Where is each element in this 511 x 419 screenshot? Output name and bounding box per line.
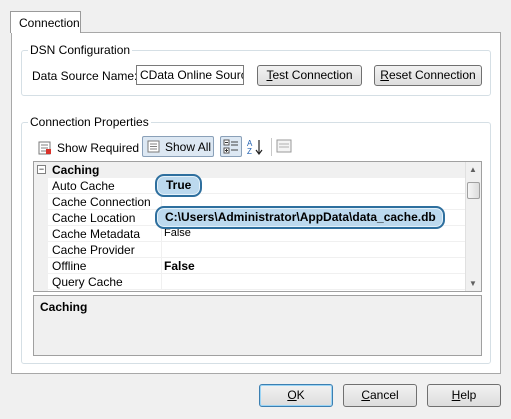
help-label: elp xyxy=(460,388,477,402)
property-row-auto-cache[interactable]: Auto Cache xyxy=(34,178,466,194)
dsn-configuration-title: DSN Configuration xyxy=(28,43,133,57)
help-button[interactable]: Help xyxy=(427,384,501,407)
data-source-name-input[interactable]: CData Online Source xyxy=(136,65,244,85)
sort-alphabetical-button[interactable]: A Z xyxy=(245,137,267,157)
tab-connection-label: Connection xyxy=(19,16,80,30)
category-row-caching[interactable]: − Caching xyxy=(34,162,466,178)
toolbar-separator xyxy=(271,138,272,156)
category-label: Caching xyxy=(52,163,100,177)
list-icon xyxy=(147,140,160,153)
column-divider xyxy=(161,258,162,273)
property-name: Cache Location xyxy=(52,211,136,225)
test-connection-label: est Connection xyxy=(272,68,353,82)
property-pages-button[interactable] xyxy=(276,138,294,156)
cache-location-value-callout[interactable]: C:\Users\Administrator\AppData\data_cach… xyxy=(155,206,445,229)
show-all-label: Show All xyxy=(165,139,212,154)
cancel-button[interactable]: Cancel xyxy=(343,384,417,407)
property-name: Query Cache xyxy=(52,275,123,289)
cancel-mnemonic: C xyxy=(361,388,370,402)
reset-connection-button[interactable]: Reset Connection xyxy=(374,65,482,86)
column-divider xyxy=(161,242,162,257)
categorized-icon xyxy=(223,139,238,154)
property-value[interactable]: False xyxy=(164,259,464,273)
ok-button[interactable]: OK xyxy=(259,384,333,407)
property-name: Offline xyxy=(52,259,87,273)
ok-mnemonic: O xyxy=(287,388,297,402)
reset-connection-label: eset Connection xyxy=(388,68,476,82)
property-name: Cache Metadata xyxy=(52,227,141,241)
categorized-view-button[interactable] xyxy=(220,136,242,157)
scroll-down-icon[interactable]: ▼ xyxy=(469,279,477,288)
tab-connection[interactable]: Connection xyxy=(10,11,81,33)
grid-vertical-scrollbar[interactable]: ▲ ▼ xyxy=(465,162,481,291)
property-name: Auto Cache xyxy=(52,179,115,193)
show-required-label: Show Required xyxy=(57,141,140,155)
test-connection-button[interactable]: Test Connection xyxy=(257,65,362,86)
scroll-thumb[interactable] xyxy=(467,182,480,199)
svg-text:Z: Z xyxy=(247,147,252,156)
property-row-offline[interactable]: Offline False xyxy=(34,258,466,274)
cancel-label: ancel xyxy=(369,388,399,402)
property-pages-icon xyxy=(276,139,292,153)
ok-label: K xyxy=(296,388,305,402)
data-source-name-label: Data Source Name: xyxy=(32,69,138,83)
property-name: Cache Provider xyxy=(52,243,135,257)
show-all-button[interactable]: Show All xyxy=(142,136,214,157)
connection-properties-title: Connection Properties xyxy=(28,115,151,129)
property-description-pane: Caching xyxy=(33,295,482,356)
auto-cache-value-callout[interactable]: True xyxy=(155,174,203,197)
scroll-up-icon[interactable]: ▲ xyxy=(469,165,477,174)
property-name: Cache Connection xyxy=(52,195,151,209)
show-required-button[interactable]: Show Required xyxy=(38,138,139,158)
required-list-icon xyxy=(38,141,51,155)
collapse-icon[interactable]: − xyxy=(37,165,46,174)
reset-connection-mnemonic: R xyxy=(380,68,389,82)
description-title: Caching xyxy=(40,300,88,314)
property-row-cache-provider[interactable]: Cache Provider xyxy=(34,242,466,258)
column-divider xyxy=(161,274,162,289)
property-row-query-cache[interactable]: Query Cache xyxy=(34,274,466,290)
sort-az-icon: A Z xyxy=(247,139,263,156)
